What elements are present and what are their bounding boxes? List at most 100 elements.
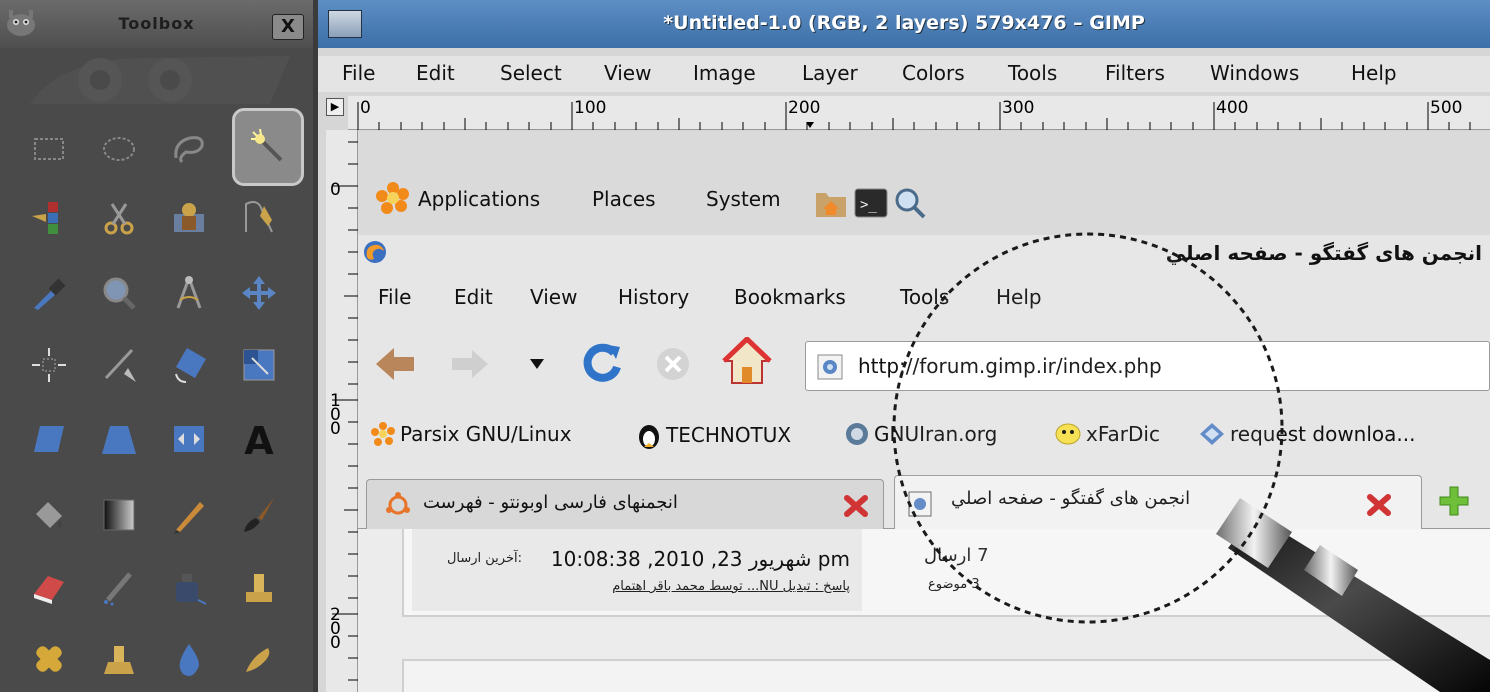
foreground-select-tool[interactable] — [158, 186, 220, 248]
paintbrush-tool[interactable] — [228, 484, 290, 546]
panel-applications-menu[interactable]: Applications — [418, 187, 540, 211]
ink-tool[interactable] — [158, 556, 220, 618]
fuzzy-select-tool[interactable] — [232, 108, 304, 186]
ff-menu-file[interactable]: File — [378, 285, 411, 309]
gimp-image-window: *Untitled-1.0 (RGB, 2 layers) 579x476 – … — [318, 0, 1490, 692]
vertical-ruler[interactable]: 0 1 0 0 2 0 0 — [326, 130, 358, 692]
bookmark-item[interactable]: xFarDic — [1054, 421, 1160, 447]
bookmark-item[interactable]: Parsix GNU/Linux — [370, 421, 572, 447]
select-by-color-tool[interactable] — [18, 186, 80, 248]
blend-tool[interactable] — [88, 484, 150, 546]
perspective-tool[interactable] — [88, 408, 150, 470]
svg-text:>_: >_ — [860, 197, 877, 213]
last-post-date: شهریور 23, 2010, 10:08:38 pm — [550, 547, 850, 571]
forward-arrow-icon[interactable] — [450, 347, 490, 381]
vruler-label: 1 0 0 — [330, 391, 341, 439]
new-tab-icon[interactable] — [1438, 485, 1470, 517]
web-page-content: شهریور 23, 2010, 10:08:38 pm آخرین ارسال… — [358, 529, 1490, 692]
scale-tool[interactable] — [228, 334, 290, 396]
ff-menu-view[interactable]: View — [530, 285, 577, 309]
ff-menu-edit[interactable]: Edit — [454, 285, 493, 309]
wilber-eyes-logo — [30, 56, 290, 104]
bucket-fill-tool[interactable] — [18, 484, 80, 546]
gimp-menu-colors[interactable]: Colors — [902, 61, 965, 85]
paths-tool[interactable] — [228, 186, 290, 248]
stop-icon[interactable] — [654, 345, 692, 383]
horizontal-ruler[interactable]: 0 100 200 300 400 500 — [348, 96, 1490, 130]
measure-tool[interactable] — [158, 262, 220, 324]
tab-gimp-forum[interactable]: انجمن های گفتگو - صفحه اصلي — [894, 475, 1422, 530]
scissors-select-icon — [104, 203, 134, 235]
ff-menu-help[interactable]: Help — [996, 285, 1042, 309]
text-tool[interactable]: A — [228, 408, 290, 470]
bookmark-item[interactable]: request downloa... — [1198, 421, 1415, 447]
close-tab-icon[interactable] — [1365, 492, 1393, 518]
gimp-menu-edit[interactable]: Edit — [416, 61, 455, 85]
tab-ubuntu-forums[interactable]: انجمنهای فارسی اوبونتو - فهرست — [366, 479, 884, 529]
flip-tool[interactable] — [158, 408, 220, 470]
panel-system-menu[interactable]: System — [706, 187, 781, 211]
gimp-menu-layer[interactable]: Layer — [802, 61, 858, 85]
zoom-tool[interactable] — [88, 262, 150, 324]
gimp-menu-view[interactable]: View — [604, 61, 651, 85]
measure-icon — [176, 276, 202, 309]
bookmark-item[interactable]: TECHNOTUX — [636, 421, 791, 449]
move-tool[interactable] — [228, 262, 290, 324]
perspective-clone-tool[interactable] — [88, 628, 150, 690]
airbrush-tool[interactable] — [88, 556, 150, 618]
rect-select-tool[interactable] — [18, 118, 80, 180]
hruler-label: 500 — [1430, 98, 1463, 118]
ruler-menu-button[interactable]: ▶ — [326, 98, 344, 116]
free-select-tool[interactable] — [158, 118, 220, 180]
panel-places-menu[interactable]: Places — [592, 187, 656, 211]
gimp-menu-file[interactable]: File — [342, 61, 375, 85]
home-icon[interactable] — [722, 337, 772, 387]
gimp-window-title: *Untitled-1.0 (RGB, 2 layers) 579x476 – … — [663, 12, 1145, 34]
forum-board-row: شهریور 23, 2010, 10:08:38 pm آخرین ارسال… — [402, 529, 1490, 617]
gimp-menu-image[interactable]: Image — [693, 61, 756, 85]
bookmark-label: xFarDic — [1086, 422, 1160, 446]
gimp-menu-help[interactable]: Help — [1351, 61, 1397, 85]
image-canvas[interactable]: Applications Places System >_ انجمن های … — [358, 131, 1490, 692]
bookmark-label: request downloa... — [1230, 422, 1416, 446]
search-icon[interactable] — [892, 185, 928, 221]
ff-menu-bookmarks[interactable]: Bookmarks — [734, 285, 846, 309]
heal-tool[interactable] — [18, 628, 80, 690]
firefox-menubar: File Edit View History Bookmarks Tools H… — [358, 281, 1490, 317]
blur-tool[interactable] — [158, 628, 220, 690]
last-post-reply-link[interactable]: پاسخ : تبدیل NU... توسط محمد باقر اهتمام — [612, 579, 850, 594]
home-folder-icon[interactable] — [814, 187, 848, 219]
smudge-tool[interactable] — [228, 628, 290, 690]
bookmark-item[interactable]: GNUIran.org — [844, 421, 997, 447]
firefox-titlebar: انجمن های گفتگو - صفحه اصلي — [358, 235, 1490, 275]
clone-tool[interactable] — [228, 556, 290, 618]
close-tab-icon[interactable] — [843, 494, 869, 518]
ellipse-select-tool[interactable] — [88, 118, 150, 180]
gimp-menubar: File Edit Select View Image Layer Colors… — [318, 56, 1490, 92]
url-bar[interactable]: http://forum.gimp.ir/index.php — [805, 341, 1490, 391]
crop-tool[interactable] — [88, 334, 150, 396]
gimp-menu-windows[interactable]: Windows — [1210, 61, 1299, 85]
shear-tool[interactable] — [18, 408, 80, 470]
terminal-icon[interactable]: >_ — [854, 187, 888, 219]
history-dropdown-icon[interactable] — [528, 357, 546, 371]
ff-menu-history[interactable]: History — [618, 285, 689, 309]
tux-icon — [639, 425, 659, 449]
eraser-tool[interactable] — [18, 556, 80, 618]
color-picker-tool[interactable] — [18, 262, 80, 324]
site-identity-icon[interactable] — [816, 353, 844, 381]
eraser-icon — [34, 576, 64, 604]
toolbox-close-button[interactable]: X — [272, 14, 304, 40]
hruler-label: 200 — [788, 98, 821, 118]
back-arrow-icon[interactable] — [374, 345, 416, 383]
pencil-tool[interactable] — [158, 484, 220, 546]
scissors-select-tool[interactable] — [88, 186, 150, 248]
ff-menu-tools[interactable]: Tools — [900, 285, 949, 309]
gimp-menu-filters[interactable]: Filters — [1105, 61, 1165, 85]
forum-topic-count: 3 موضوع — [928, 577, 980, 592]
reload-icon[interactable] — [580, 341, 624, 385]
gimp-menu-select[interactable]: Select — [500, 61, 562, 85]
gimp-menu-tools[interactable]: Tools — [1008, 61, 1057, 85]
rotate-tool[interactable] — [158, 334, 220, 396]
align-tool[interactable] — [18, 334, 80, 396]
